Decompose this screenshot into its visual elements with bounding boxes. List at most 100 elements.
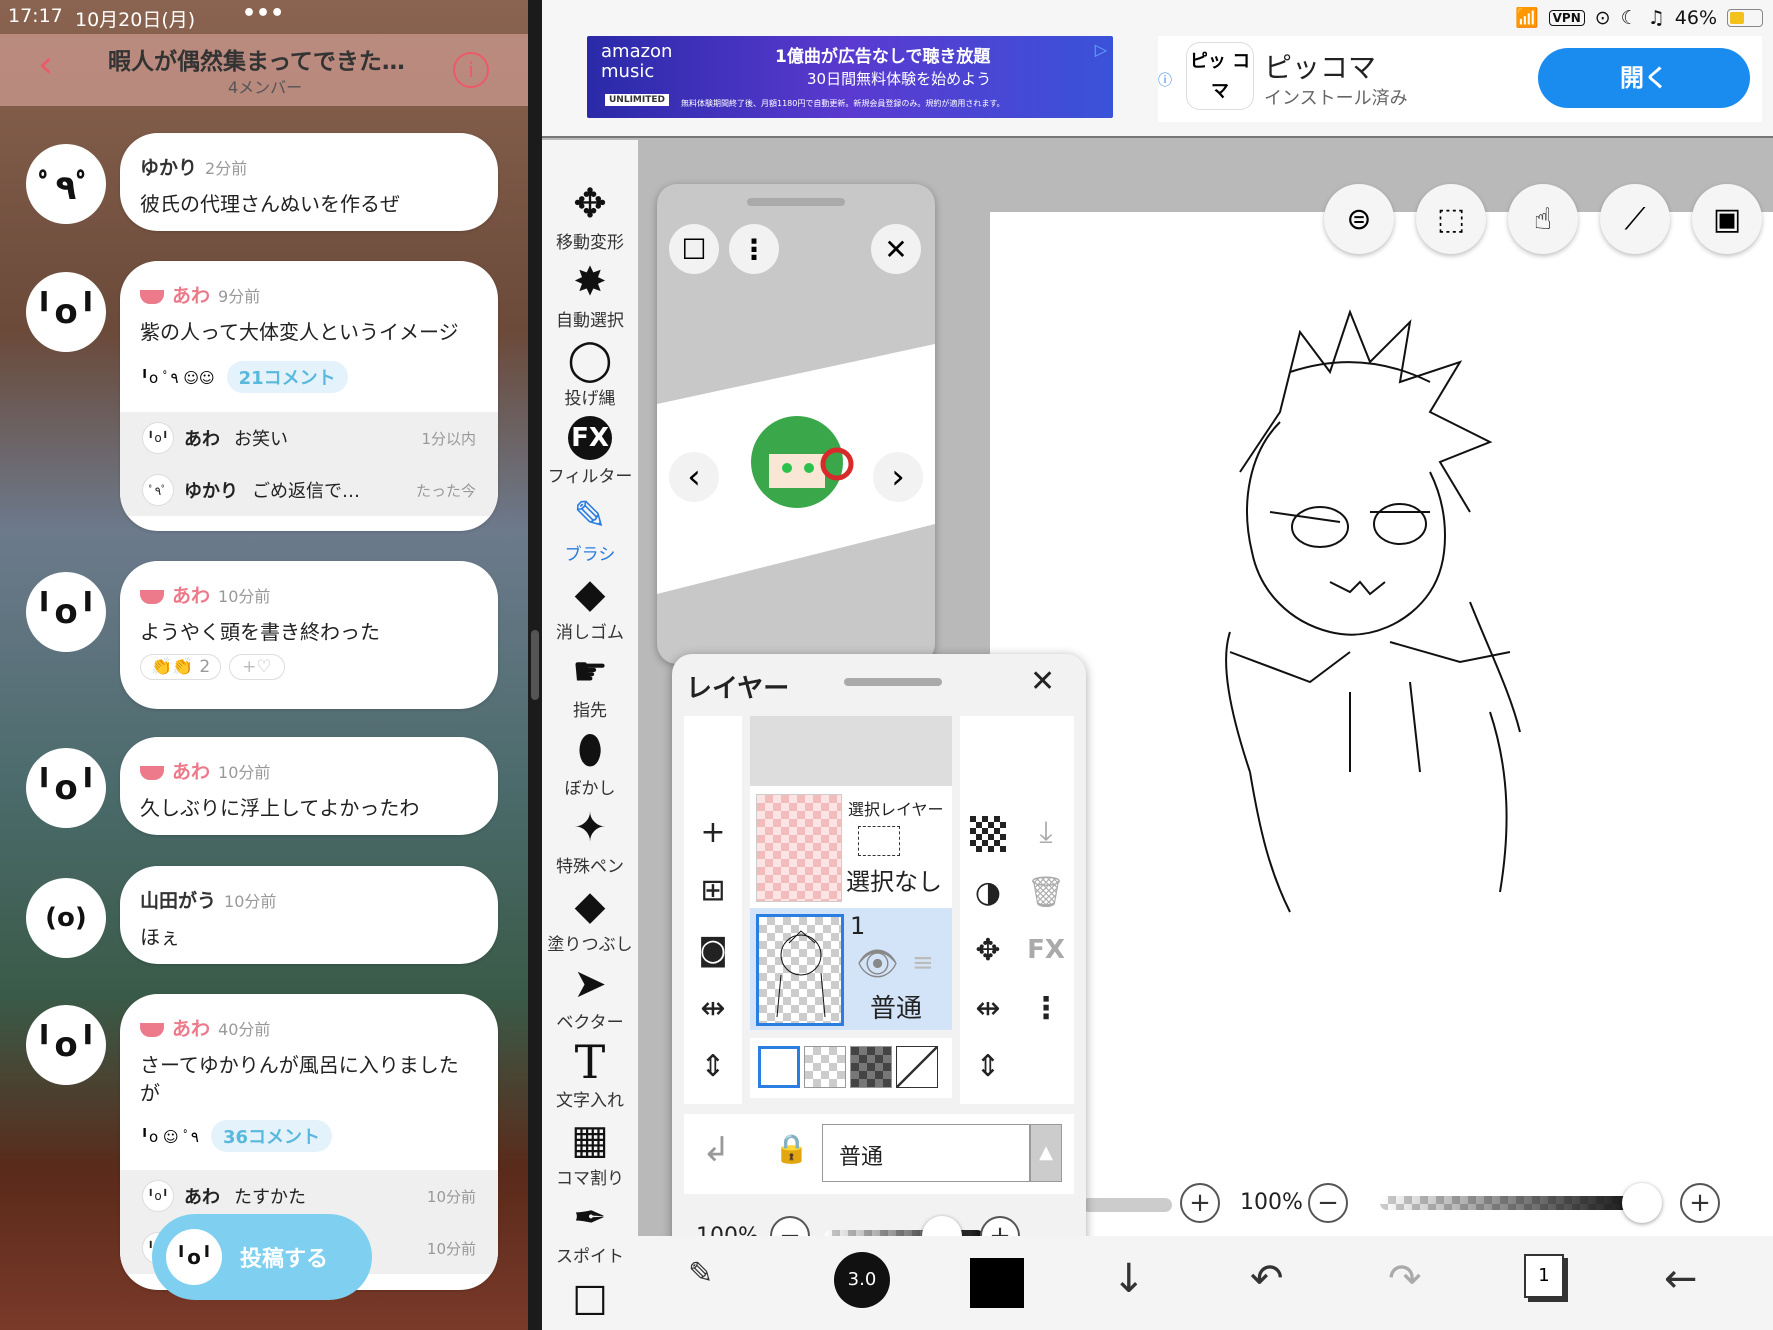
tool-blur[interactable]: ⬮ ぼかし [542, 726, 638, 799]
toggle-icon[interactable]: ⊜ [1324, 184, 1394, 254]
merge-down-icon[interactable]: ⤓ [1026, 812, 1066, 852]
undo-icon[interactable]: ↶ [1250, 1256, 1284, 1302]
clip-arrow-icon[interactable]: ↲ [702, 1130, 731, 1170]
layer-fx-button[interactable]: FX [1026, 930, 1066, 970]
move-icon[interactable]: ✥ [968, 930, 1008, 970]
layer-count-button[interactable]: 1 [1524, 1254, 1564, 1298]
multitask-dots[interactable]: ••• [242, 1, 284, 26]
brush-size-slider-track[interactable] [1082, 1198, 1172, 1212]
back-icon[interactable]: ‹ [38, 42, 53, 86]
panel-icon: ▦ [571, 1117, 609, 1163]
message-bubble[interactable]: ゆかり 2分前 彼氏の代理さんぬいを作るぜ [120, 133, 498, 231]
message-bubble[interactable]: あわ 9分前 紫の人って大体変人というイメージ ╹o ﾟ٩ ☺☺ 21コメント ╹… [120, 261, 498, 531]
open-app-button[interactable]: 開く [1538, 48, 1750, 108]
more-icon[interactable]: ⋮ [1026, 988, 1066, 1028]
info-icon[interactable]: i [453, 52, 489, 88]
trash-icon[interactable]: 🗑 [1026, 872, 1066, 912]
opacity-slider-track[interactable] [1380, 1196, 1640, 1210]
color-swatch[interactable] [970, 1258, 1024, 1308]
message-bubble[interactable]: あわ 10分前 久しぶりに浮上してよかったわ [120, 737, 498, 835]
tool-text[interactable]: T 文字入れ [542, 1038, 638, 1111]
avatar[interactable]: (o) [26, 878, 106, 958]
comment-count-pill[interactable]: 36コメント [210, 1120, 333, 1152]
reply-user: ゆかり [184, 481, 238, 502]
split-view-divider[interactable] [528, 0, 542, 1330]
tool-more[interactable]: ☐ [542, 1278, 638, 1326]
tool-filter[interactable]: FX フィルター [542, 414, 638, 487]
tool-smudge[interactable]: ☛ 指先 [542, 648, 638, 721]
plus-icon[interactable]: + [1180, 1183, 1220, 1223]
amazon-music-ad[interactable]: amazon music UNLIMITED 1億曲が広告なしで聴き放題 30日… [587, 36, 1113, 118]
drag-handle[interactable] [844, 678, 942, 686]
piccoma-ad[interactable]: ⓘ ピッ コマ ピッコマ インストール済み 開く [1158, 36, 1762, 122]
square-icon[interactable]: ☐ [669, 224, 719, 274]
alpha-lock-icon[interactable]: 🔒 [774, 1132, 809, 1165]
avatar[interactable]: ﾟ٩ﾟ [26, 144, 106, 224]
bg-white-option[interactable] [758, 1046, 800, 1088]
tool-brush[interactable]: ✎ ブラシ [542, 492, 638, 565]
checker-icon[interactable] [970, 816, 1006, 852]
tool-special-pen[interactable]: ✦ 特殊ペン [542, 804, 638, 877]
triangle-up-icon[interactable]: ▲ [1030, 1124, 1062, 1182]
close-icon[interactable]: ✕ [1030, 664, 1055, 699]
avatar[interactable]: ╹o╹ [26, 748, 106, 828]
contrast-icon[interactable]: ◑ [968, 872, 1008, 912]
tool-eyedropper[interactable]: ✒ スポイト [542, 1194, 638, 1267]
camera-icon[interactable]: ◙ [693, 930, 733, 970]
member-count[interactable]: 4メンバー [228, 74, 302, 98]
previous-arrow-icon[interactable]: ‹ [669, 452, 719, 502]
drag-handle[interactable] [747, 198, 845, 206]
reaction-chip[interactable]: 👏👏 2 [140, 654, 222, 680]
flip-vertical-icon[interactable]: ⇕ [968, 1046, 1008, 1086]
arrow-down-icon[interactable]: ↓ [1112, 1256, 1146, 1302]
drawing-canvas[interactable] [990, 212, 1773, 1282]
bg-transparent-option[interactable] [804, 1046, 846, 1088]
tool-eraser[interactable]: ◆ 消しゴム [542, 570, 638, 643]
opacity-slider-thumb[interactable] [1622, 1183, 1662, 1223]
reply-row[interactable]: ﾟ٩ﾟ ゆかり ごめ返信で… たった今 [120, 464, 498, 516]
comment-count-pill[interactable]: 21コメント [226, 361, 348, 393]
tool-panels[interactable]: ▦ コマ割り [542, 1116, 638, 1189]
selection-icon[interactable]: ⬚ [1416, 184, 1486, 254]
post-button[interactable]: ╹o╹ 投稿する [152, 1214, 372, 1300]
tool-lasso[interactable]: ◯ 投げ縄 [542, 336, 638, 409]
flip-horizontal-icon[interactable]: ⇹ [693, 988, 733, 1028]
drag-lines-icon[interactable]: ≡ [912, 948, 934, 978]
next-arrow-icon[interactable]: › [873, 452, 923, 502]
bg-dark-option[interactable] [850, 1046, 892, 1088]
avatar[interactable]: ╹o╹ [26, 272, 106, 352]
add-layer-icon[interactable]: + [693, 812, 733, 852]
close-icon[interactable]: ✕ [871, 224, 921, 274]
flip-vertical-icon[interactable]: ⇕ [693, 1046, 733, 1086]
brush-eraser-toggle-icon[interactable]: ✎ [688, 1256, 713, 1291]
tool-move-transform[interactable]: ✥ 移動変形 [542, 180, 638, 253]
plus-icon[interactable]: + [1680, 1183, 1720, 1223]
minus-icon[interactable]: − [1308, 1183, 1348, 1223]
redo-icon[interactable]: ↷ [1388, 1256, 1422, 1302]
brush-size-indicator[interactable]: 3.0 [834, 1252, 890, 1308]
avatar[interactable]: ╹o╹ [26, 572, 106, 652]
selection-layer-row[interactable]: 選択レイヤー 選択なし [750, 786, 952, 908]
avatar[interactable]: ╹o╹ [26, 1005, 106, 1085]
reply-row[interactable]: ╹o╹ あわ お笑い 1分以内 [120, 412, 498, 464]
flip-horizontal-icon[interactable]: ⇹ [968, 988, 1008, 1028]
duplicate-layer-icon[interactable]: ⊞ [693, 870, 733, 910]
hand-icon[interactable]: ☝ [1508, 184, 1578, 254]
ad-choices-icon[interactable]: ▷ [1095, 40, 1107, 59]
blend-mode-select[interactable]: 普通 [822, 1124, 1030, 1182]
tool-magic-wand[interactable]: ✸ 自動選択 [542, 258, 638, 331]
divider-handle[interactable] [531, 630, 539, 700]
eye-icon[interactable]: 👁 [856, 944, 899, 984]
message-bubble[interactable]: あわ 10分前 ようやく頭を書き終わった 👏👏 2 +♡ [120, 561, 498, 709]
image-icon[interactable]: ▣ [1692, 184, 1762, 254]
layer-row-selected[interactable]: 1 👁 ≡ 普通 [750, 908, 952, 1030]
more-icon[interactable]: ⋮ [729, 224, 779, 274]
tool-fill[interactable]: ◆ 塗りつぶし [542, 882, 638, 955]
tool-vector[interactable]: ➤ ベクター [542, 960, 638, 1033]
message-bubble[interactable]: 山田がう 10分前 ほぇ [120, 866, 498, 964]
ad-info-icon[interactable]: ⓘ [1158, 70, 1172, 90]
arrow-left-icon[interactable]: ← [1664, 1256, 1698, 1302]
bg-none-option[interactable] [896, 1046, 938, 1088]
ruler-icon[interactable]: ⟋ [1600, 184, 1670, 254]
add-reaction-button[interactable]: +♡ [229, 654, 285, 680]
